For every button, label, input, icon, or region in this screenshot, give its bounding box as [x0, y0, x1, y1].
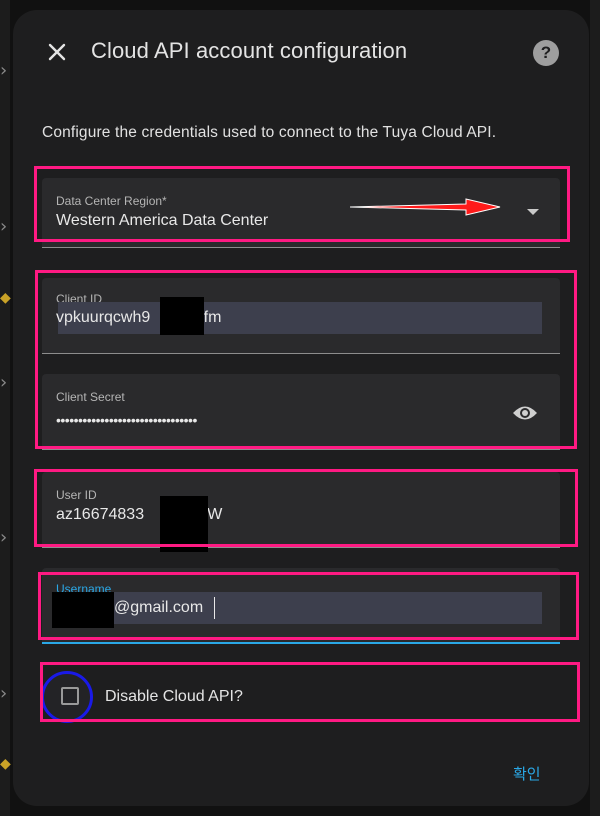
dropdown-arrow-icon: [527, 209, 539, 215]
background-device-icon: ◆: [0, 756, 11, 772]
user-id-field[interactable]: User ID az16674833 byYgW: [42, 472, 560, 552]
help-button[interactable]: ?: [533, 40, 559, 66]
dialog-header: Cloud API account configuration ?: [13, 10, 589, 90]
dialog-description: Configure the credentials used to connec…: [42, 124, 497, 141]
background-chevron-icon: ›: [0, 372, 8, 393]
close-icon: [48, 43, 66, 61]
username-value: @gmail.com: [114, 599, 204, 616]
cloud-api-dialog: Cloud API account configuration ? Config…: [13, 10, 589, 806]
user-id-label: User ID: [56, 488, 97, 502]
background-chevron-icon: ›: [0, 683, 8, 704]
toggle-visibility-button[interactable]: [512, 404, 540, 424]
disable-cloud-api-label: Disable Cloud API?: [105, 688, 243, 705]
username-field[interactable]: Username @gmail.com: [42, 568, 560, 644]
region-value: Western America Data Center: [56, 212, 269, 229]
background-chevron-icon: ›: [0, 60, 8, 81]
region-select[interactable]: Data Center Region* Western America Data…: [42, 178, 560, 248]
text-cursor: [214, 597, 215, 619]
region-label: Data Center Region*: [56, 194, 167, 208]
client-id-redaction: [160, 297, 204, 335]
disable-cloud-api-checkbox[interactable]: [61, 687, 79, 705]
eye-icon: [513, 406, 537, 420]
client-secret-label: Client Secret: [56, 390, 125, 404]
background-chevron-icon: ›: [0, 216, 8, 237]
username-redaction: [52, 592, 114, 628]
background-chevron-icon: ›: [0, 527, 8, 548]
client-secret-field[interactable]: Client Secret ••••••••••••••••••••••••••…: [42, 374, 560, 450]
background-panel-right: [590, 0, 600, 816]
user-id-redaction: [160, 496, 208, 552]
client-secret-value: ••••••••••••••••••••••••••••••••: [56, 412, 197, 428]
close-button[interactable]: [43, 38, 71, 66]
annotation-arrow: [349, 198, 501, 216]
background-device-icon: ◆: [0, 290, 11, 306]
dialog-title: Cloud API account configuration: [91, 38, 408, 63]
client-id-field[interactable]: Client ID vpkuurqcwh9 7mfm: [42, 278, 560, 354]
confirm-button[interactable]: 확인: [513, 763, 541, 784]
help-circle-icon: ?: [540, 43, 552, 62]
